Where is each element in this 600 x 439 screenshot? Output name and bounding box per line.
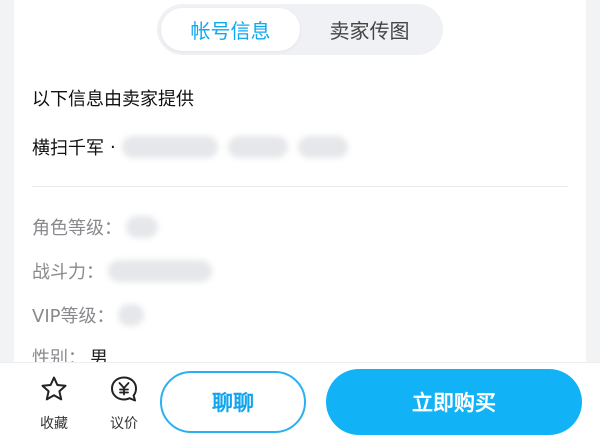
favorite-button[interactable]: 收藏 xyxy=(32,375,76,433)
redacted-value xyxy=(108,260,212,282)
divider xyxy=(32,186,568,187)
field-label: 角色等级： xyxy=(32,218,122,239)
bargain-button[interactable]: 议价 xyxy=(102,375,146,433)
field-value: 男 xyxy=(90,348,108,362)
favorite-label: 收藏 xyxy=(40,416,68,432)
separator-dot: · xyxy=(110,136,116,158)
yen-bubble-icon xyxy=(109,375,139,407)
field-label: 性别： xyxy=(32,348,86,362)
buy-now-button[interactable]: 立即购买 xyxy=(326,369,582,435)
field-combat-power: 战斗力： xyxy=(32,258,212,284)
bargain-label: 议价 xyxy=(110,416,138,432)
star-outline-icon xyxy=(40,375,68,407)
game-server-row: 横扫千军 · xyxy=(32,134,348,160)
game-name: 横扫千军 xyxy=(32,138,104,159)
redacted-value xyxy=(126,216,158,238)
field-gender: 性别： 男 xyxy=(32,344,108,362)
bottom-action-bar: 收藏 议价 聊聊 立即购买 xyxy=(0,362,600,439)
seller-provided-notice: 以下信息由卖家提供 xyxy=(32,89,194,110)
tab-account-info[interactable]: 帐号信息 xyxy=(161,8,300,51)
field-role-level: 角色等级： xyxy=(32,214,158,240)
account-info-card: 帐号信息 卖家传图 以下信息由卖家提供 横扫千军 · 角色等级： 战斗力： VI… xyxy=(14,0,586,362)
tab-seller-images[interactable]: 卖家传图 xyxy=(300,8,439,51)
field-label: 战斗力： xyxy=(32,262,104,283)
tab-switcher: 帐号信息 卖家传图 xyxy=(157,4,443,55)
redacted-value xyxy=(118,304,145,326)
field-vip-level: VIP等级： xyxy=(32,302,145,328)
field-label: VIP等级： xyxy=(32,306,115,327)
redacted-server-part-2 xyxy=(227,136,288,158)
chat-button[interactable]: 聊聊 xyxy=(160,371,306,433)
redacted-server-part-1 xyxy=(121,136,218,158)
redacted-server-part-3 xyxy=(297,136,348,158)
